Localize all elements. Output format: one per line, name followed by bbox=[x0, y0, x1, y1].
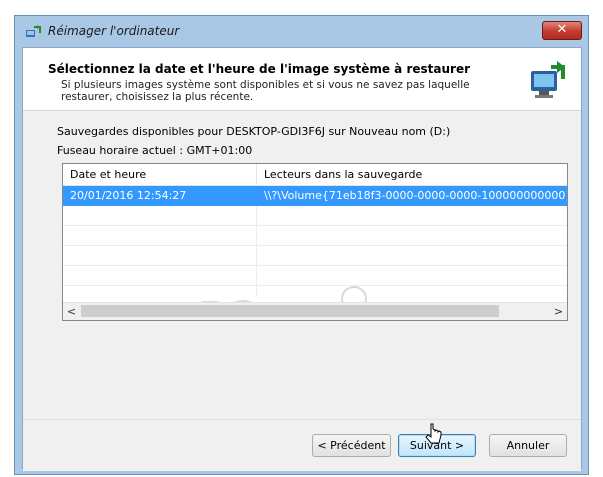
page-description: Si plusieurs images système sont disponi… bbox=[61, 79, 470, 103]
empty-row bbox=[63, 266, 567, 286]
empty-row bbox=[63, 246, 567, 266]
system-restore-icon bbox=[26, 25, 41, 37]
system-image-icon bbox=[531, 61, 565, 98]
empty-row bbox=[63, 206, 567, 226]
scroll-thumb[interactable] bbox=[81, 305, 499, 317]
cancel-button[interactable]: Annuler bbox=[489, 434, 567, 457]
close-button[interactable]: ✕ bbox=[542, 21, 582, 40]
column-header-drives-label: Lecteurs dans la sauvegarde bbox=[264, 168, 423, 181]
mouse-pointer-icon bbox=[425, 423, 442, 444]
column-header-date[interactable]: Date et heure bbox=[63, 164, 257, 185]
dialog-window: Réimager l'ordinateur ✕ Sélectionnez la … bbox=[14, 15, 589, 475]
backups-available-label: Sauvegardes disponibles pour DESKTOP-GDI… bbox=[57, 125, 451, 138]
empty-row bbox=[63, 226, 567, 246]
dialog-footer: < Précédent Suivant > Annuler bbox=[23, 419, 581, 471]
title-bar[interactable]: Réimager l'ordinateur ✕ bbox=[15, 16, 588, 46]
dialog-client-area: Sélectionnez la date et l'heure de l'ima… bbox=[22, 47, 582, 471]
timezone-label: Fuseau horaire actuel : GMT+01:00 bbox=[57, 144, 253, 157]
dialog-header: Sélectionnez la date et l'heure de l'ima… bbox=[23, 48, 581, 111]
backup-list[interactable]: Date et heure Lecteurs dans la sauvegard… bbox=[62, 163, 568, 321]
column-header-date-label: Date et heure bbox=[70, 168, 147, 181]
previous-button[interactable]: < Précédent bbox=[312, 434, 391, 457]
row-date: 20/01/2016 12:54:27 bbox=[70, 189, 187, 202]
scroll-left-button[interactable]: < bbox=[63, 303, 80, 320]
scroll-right-button[interactable]: > bbox=[550, 303, 567, 320]
column-header-drives[interactable]: Lecteurs dans la sauvegarde bbox=[257, 164, 567, 185]
list-header: Date et heure Lecteurs dans la sauvegard… bbox=[63, 164, 567, 186]
page-title: Sélectionnez la date et l'heure de l'ima… bbox=[48, 62, 470, 76]
table-row[interactable]: 20/01/2016 12:54:27 \\?\Volume{71eb18f3-… bbox=[63, 186, 567, 206]
row-drives: \\?\Volume{71eb18f3-0000-0000-0000-10000… bbox=[264, 189, 568, 202]
horizontal-scrollbar[interactable]: < > bbox=[63, 302, 567, 320]
window-title: Réimager l'ordinateur bbox=[48, 24, 180, 38]
